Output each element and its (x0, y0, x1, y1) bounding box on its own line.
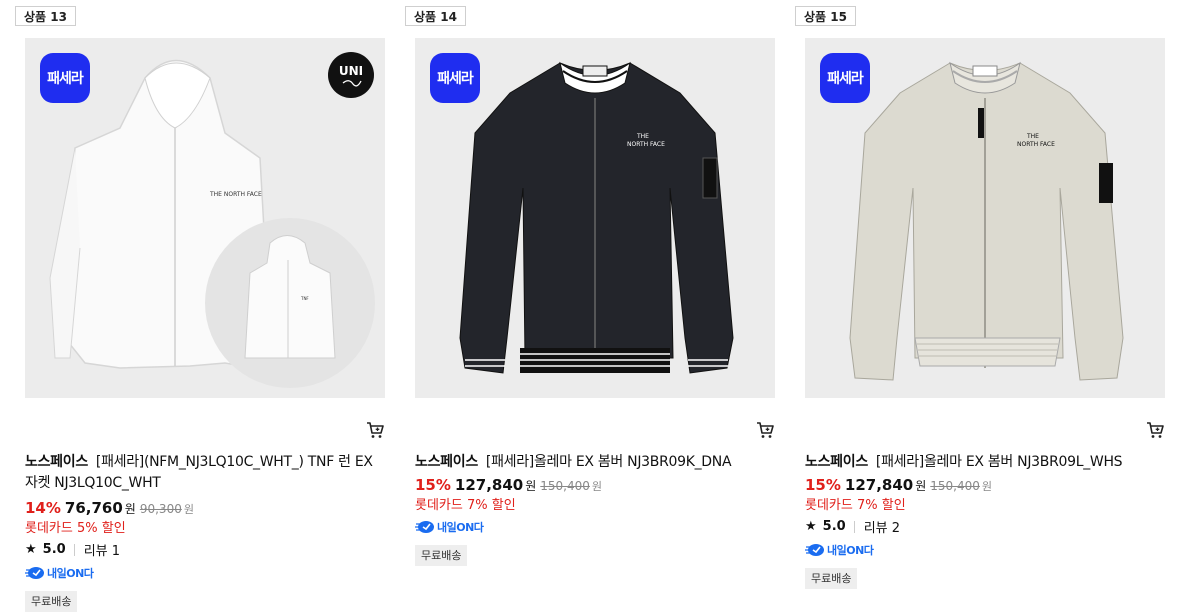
passera-badge: 패세라 (820, 53, 870, 103)
svg-text:NORTH FACE: NORTH FACE (627, 141, 665, 148)
divider (853, 520, 855, 533)
tomorrow-delivery-badge: 내일ON다 (805, 542, 874, 558)
product-number-label: 상품 14 (405, 6, 466, 26)
product-brand: 노스페이스 (415, 454, 478, 470)
product-title[interactable]: 노스페이스 [패세라]올레마 EX 봄버 NJ3BR09L_WHS (805, 452, 1165, 473)
product-image[interactable]: THE NORTH FACE 패세라 (415, 38, 775, 398)
rocket-icon (415, 521, 434, 533)
discount-rate: 14% (25, 499, 61, 517)
original-price: 90,300 (139, 502, 182, 516)
product-brand: 노스페이스 (805, 454, 868, 470)
tomorrow-delivery-badge: 내일ON다 (25, 565, 94, 581)
original-price: 150,400 (540, 479, 590, 493)
product-image[interactable]: THE NORTH FACE 패세라 (805, 38, 1165, 398)
card-discount-promo: 롯데카드 5% 할인 (25, 521, 126, 536)
product-brand: 노스페이스 (25, 454, 88, 470)
card-discount-promo: 롯데카드 7% 할인 (415, 498, 516, 513)
product-title[interactable]: 노스페이스 [패세라]올레마 EX 봄버 NJ3BR09K_DNA (415, 452, 775, 473)
uni-fit-logo-icon: UNI (328, 52, 374, 98)
price-row: 15% 127,840 원 150,400 원 (415, 476, 602, 496)
product-image[interactable]: THE NORTH FACE TNF 패세라 UNI (25, 38, 385, 398)
passera-badge: 패세라 (430, 53, 480, 103)
rocket-icon (805, 544, 824, 556)
free-shipping-tag: 무료배송 (415, 545, 468, 566)
svg-text:THE NORTH FACE: THE NORTH FACE (209, 191, 262, 198)
product-number-label: 상품 13 (15, 6, 76, 26)
svg-text:THE: THE (636, 133, 649, 140)
svg-text:THE: THE (1026, 133, 1039, 140)
cart-icon[interactable] (755, 420, 775, 440)
rating-score: 5.0 (822, 519, 846, 534)
rocket-icon (25, 567, 44, 579)
currency: 원 (124, 502, 136, 516)
discount-rate: 15% (805, 476, 841, 494)
free-shipping-tag: 무료배송 (25, 591, 78, 612)
cart-icon[interactable] (1145, 420, 1165, 440)
product-card-13[interactable]: 상품 13 THE NORTH FACE TNF 패세라 UNI 노스페이스 [패… (15, 0, 385, 614)
passera-badge: 패세라 (40, 53, 90, 103)
original-price: 150,400 (930, 479, 980, 493)
product-card-15[interactable]: 상품 15 THE NORTH FACE 패세라 노스페이스 [패세라]올레마 E… (795, 0, 1165, 614)
price-row: 14% 76,760 원 90,300 원 (25, 499, 194, 519)
sale-price: 76,760 (64, 499, 123, 517)
price-row: 15% 127,840 원 150,400 원 (805, 476, 992, 496)
delivery-label: 내일ON다 (437, 521, 484, 534)
product-card-14[interactable]: 상품 14 THE NORTH FACE 패세라 노스페이스 [패세라]올레마 E… (405, 0, 775, 614)
svg-text:NORTH FACE: NORTH FACE (1017, 141, 1055, 148)
original-currency: 원 (591, 480, 603, 493)
delivery-label: 내일ON다 (827, 544, 874, 557)
discount-rate: 15% (415, 476, 451, 494)
review-count[interactable]: 리뷰 1 (84, 540, 120, 559)
svg-text:TNF: TNF (300, 296, 309, 301)
delivery-label: 내일ON다 (47, 567, 94, 580)
cart-icon[interactable] (365, 420, 385, 440)
tomorrow-delivery-badge: 내일ON다 (415, 519, 484, 535)
sale-price: 127,840 (844, 476, 914, 494)
rating-row: ★ 5.0 리뷰 2 (805, 517, 900, 536)
divider (73, 543, 75, 556)
currency: 원 (915, 479, 927, 493)
product-number-label: 상품 15 (795, 6, 856, 26)
original-currency: 원 (981, 480, 993, 493)
card-discount-promo: 롯데카드 7% 할인 (805, 498, 906, 513)
rating-row: ★ 5.0 리뷰 1 (25, 540, 120, 559)
star-icon: ★ (805, 519, 817, 534)
currency: 원 (525, 479, 537, 493)
sale-price: 127,840 (454, 476, 524, 494)
svg-text:UNI: UNI (339, 64, 363, 78)
product-name: [패세라]올레마 EX 봄버 NJ3BR09L_WHS (875, 454, 1123, 470)
free-shipping-tag: 무료배송 (805, 568, 858, 589)
product-name: [패세라]올레마 EX 봄버 NJ3BR09K_DNA (485, 454, 732, 470)
review-count[interactable]: 리뷰 2 (864, 517, 900, 536)
star-icon: ★ (25, 542, 37, 557)
rating-score: 5.0 (42, 542, 66, 557)
product-title[interactable]: 노스페이스 [패세라](NFM_NJ3LQ10C_WHT_) TNF 런 EX 자… (25, 452, 385, 494)
original-currency: 원 (183, 503, 194, 516)
